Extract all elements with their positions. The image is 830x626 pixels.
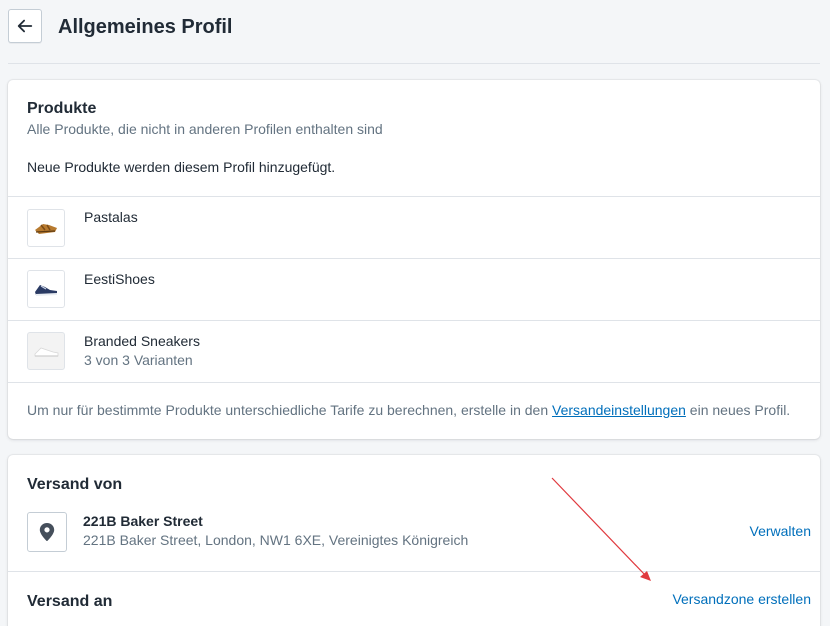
annotation-arrow xyxy=(551,477,651,581)
